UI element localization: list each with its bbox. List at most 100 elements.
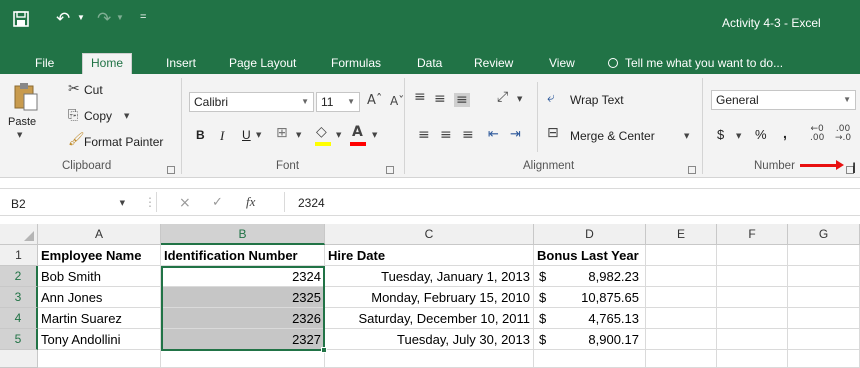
cell-c5[interactable]: Tuesday, July 30, 2013 bbox=[325, 329, 534, 350]
increase-font-size-icon[interactable]: Aˆ bbox=[367, 94, 382, 107]
cell-c4[interactable]: Saturday, December 10, 2011 bbox=[325, 308, 534, 329]
cell-f3[interactable] bbox=[717, 287, 788, 308]
cell-e6[interactable] bbox=[646, 350, 717, 368]
column-header-a[interactable]: A bbox=[38, 224, 161, 245]
decrease-decimal-icon[interactable]: .00 →.0 bbox=[835, 125, 851, 143]
font-color-icon[interactable]: A bbox=[352, 125, 363, 139]
number-format-select[interactable]: General ▼ bbox=[711, 90, 856, 110]
cell-d5[interactable]: $8,900.17 bbox=[534, 329, 646, 350]
cell-f4[interactable] bbox=[717, 308, 788, 329]
cell-a3[interactable]: Ann Jones bbox=[38, 287, 161, 308]
orientation-dropdown-icon[interactable]: ▼ bbox=[517, 96, 522, 103]
cell-b5[interactable]: 2327 bbox=[161, 329, 325, 350]
column-header-b[interactable]: B bbox=[161, 224, 325, 245]
cell-g1[interactable] bbox=[788, 245, 860, 266]
column-header-e[interactable]: E bbox=[646, 224, 717, 245]
undo-icon[interactable]: ↶ bbox=[56, 9, 70, 29]
redo-dropdown-icon[interactable]: ▼ bbox=[116, 13, 124, 22]
font-launcher-icon[interactable] bbox=[386, 166, 394, 174]
tab-view[interactable]: View bbox=[541, 54, 583, 74]
column-header-g[interactable]: G bbox=[788, 224, 860, 245]
cell-d3[interactable]: $10,875.65 bbox=[534, 287, 646, 308]
cell-a1[interactable]: Employee Name bbox=[38, 245, 161, 266]
customize-qat-icon[interactable]: = bbox=[140, 11, 146, 23]
redo-icon[interactable]: ↷ bbox=[97, 9, 111, 29]
clipboard-launcher-icon[interactable] bbox=[167, 166, 175, 174]
undo-dropdown-icon[interactable]: ▼ bbox=[77, 13, 85, 22]
cell-d1[interactable]: Bonus Last Year bbox=[534, 245, 646, 266]
borders-icon[interactable]: ⊞ bbox=[276, 126, 288, 140]
copy-icon[interactable]: ⎘ bbox=[68, 109, 78, 122]
cell-b6[interactable] bbox=[161, 350, 325, 368]
font-color-dropdown-icon[interactable]: ▼ bbox=[372, 132, 377, 139]
increase-indent-icon[interactable]: ⇥ bbox=[510, 128, 521, 141]
underline-button[interactable]: U bbox=[242, 128, 251, 142]
decrease-font-size-icon[interactable]: Aˇ bbox=[390, 95, 404, 107]
cell-f1[interactable] bbox=[717, 245, 788, 266]
accounting-dropdown-icon[interactable]: ▼ bbox=[736, 133, 741, 140]
cell-f6[interactable] bbox=[717, 350, 788, 368]
column-header-d[interactable]: D bbox=[534, 224, 646, 245]
tab-review[interactable]: Review bbox=[466, 54, 521, 74]
comma-style-button[interactable]: , bbox=[783, 125, 787, 141]
cell-b4[interactable]: 2326 bbox=[161, 308, 325, 329]
tab-home[interactable]: Home bbox=[82, 53, 133, 74]
cell-a6[interactable] bbox=[38, 350, 161, 368]
paste-dropdown-icon[interactable]: ▼ bbox=[17, 132, 22, 139]
cell-g5[interactable] bbox=[788, 329, 860, 350]
cell-e2[interactable] bbox=[646, 266, 717, 287]
tab-formulas[interactable]: Formulas bbox=[323, 54, 389, 74]
save-icon[interactable] bbox=[12, 10, 30, 28]
cell-e3[interactable] bbox=[646, 287, 717, 308]
align-right-icon[interactable]: ≡ bbox=[462, 128, 474, 142]
increase-decimal-icon[interactable]: ←0.00 bbox=[810, 125, 824, 143]
accounting-format-button[interactable]: $ bbox=[717, 127, 724, 142]
cell-c6[interactable] bbox=[325, 350, 534, 368]
fill-color-icon[interactable]: ◇ bbox=[316, 125, 327, 139]
copy-dropdown-icon[interactable]: ▼ bbox=[124, 113, 129, 120]
cell-d2[interactable]: $8,982.23 bbox=[534, 266, 646, 287]
percent-style-button[interactable]: % bbox=[755, 127, 767, 142]
row-header-5[interactable]: 5 bbox=[0, 329, 38, 350]
cell-a5[interactable]: Tony Andollini bbox=[38, 329, 161, 350]
cell-d6[interactable] bbox=[534, 350, 646, 368]
cut-button[interactable]: Cut bbox=[84, 83, 103, 97]
formula-input[interactable]: 2324 bbox=[298, 193, 325, 213]
underline-dropdown-icon[interactable]: ▼ bbox=[256, 132, 261, 139]
tab-insert[interactable]: Insert bbox=[158, 54, 204, 74]
align-center-icon[interactable]: ≡ bbox=[440, 128, 452, 142]
orientation-icon[interactable]: ⤢ bbox=[497, 90, 508, 104]
merge-center-button[interactable]: Merge & Center bbox=[570, 129, 655, 143]
cell-c2[interactable]: Tuesday, January 1, 2013 bbox=[325, 266, 534, 287]
cell-g2[interactable] bbox=[788, 266, 860, 287]
wrap-text-button[interactable]: Wrap Text bbox=[570, 93, 624, 107]
align-middle-icon[interactable]: ≡ bbox=[434, 92, 446, 106]
align-left-icon[interactable]: ≡ bbox=[418, 128, 430, 142]
row-header-3[interactable]: 3 bbox=[0, 287, 38, 308]
cancel-icon[interactable]: × bbox=[179, 196, 191, 210]
cell-f2[interactable] bbox=[717, 266, 788, 287]
cell-d4[interactable]: $4,765.13 bbox=[534, 308, 646, 329]
paste-button[interactable]: Paste bbox=[8, 116, 36, 128]
merge-center-icon[interactable]: ⊟ bbox=[547, 126, 559, 140]
bold-button[interactable]: B bbox=[196, 128, 205, 142]
cell-e1[interactable] bbox=[646, 245, 717, 266]
cell-b1[interactable]: Identification Number bbox=[161, 245, 325, 266]
chevron-down-icon[interactable]: ▼ bbox=[120, 200, 125, 207]
enter-icon[interactable]: ✓ bbox=[212, 196, 223, 209]
align-bottom-icon[interactable]: ≡ bbox=[454, 93, 470, 107]
row-header-1[interactable]: 1 bbox=[0, 245, 38, 266]
cell-c3[interactable]: Monday, February 15, 2010 bbox=[325, 287, 534, 308]
font-size-select[interactable]: 11 ▼ bbox=[316, 92, 360, 112]
column-header-f[interactable]: F bbox=[717, 224, 788, 245]
insert-function-icon[interactable]: fx bbox=[246, 195, 255, 208]
tab-file[interactable]: File bbox=[27, 54, 62, 74]
format-painter-button[interactable]: Format Painter bbox=[84, 135, 163, 149]
cell-b3[interactable]: 2325 bbox=[161, 287, 325, 308]
format-painter-icon[interactable]: 🖌 bbox=[68, 133, 85, 146]
font-family-select[interactable]: Calibri ▼ bbox=[189, 92, 314, 112]
name-box[interactable]: B2 ▼ bbox=[8, 193, 130, 213]
row-header-4[interactable]: 4 bbox=[0, 308, 38, 329]
decrease-indent-icon[interactable]: ⇤ bbox=[488, 128, 499, 141]
select-all-button[interactable] bbox=[0, 224, 38, 245]
